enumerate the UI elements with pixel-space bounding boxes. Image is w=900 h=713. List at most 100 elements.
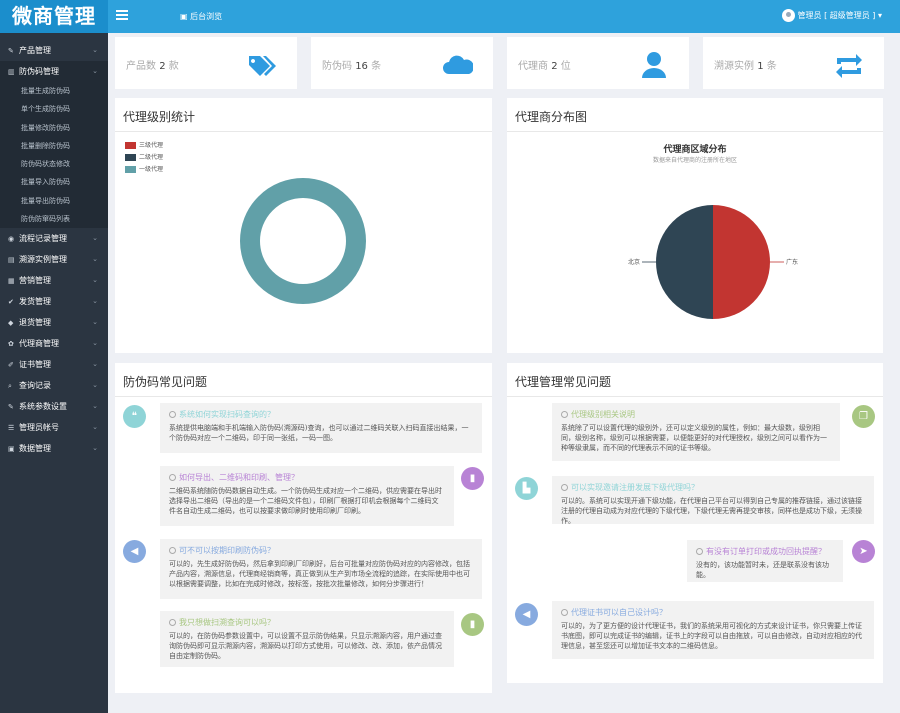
sidebar-item[interactable]: ▦ 营销管理 ⌄ [0,270,108,291]
breadcrumb-label[interactable]: 后台浏览 [190,12,222,21]
pie-slice-1[interactable] [656,205,713,319]
faq-question[interactable]: 我只想做扫溯查询可以吗？ [169,617,445,628]
sidebar-subitem[interactable]: 批量导出防伪码 [0,191,108,211]
clock-icon [169,619,176,626]
sidebar-subitem[interactable]: 批量导入防伪码 [0,173,108,192]
sidebar-subitem[interactable]: 防伪码状态修改 [0,155,108,174]
clock-icon [169,547,176,554]
faq-question-text[interactable]: 如何导出、二维码和印刷、管理？ [179,473,299,482]
sidebar-item[interactable]: ▤ 溯源实例管理 ⌄ [0,249,108,270]
cart-icon: ▙ [515,477,538,500]
level-pie-chart [240,178,366,304]
stat-card[interactable]: 防伪码 16 条 [311,37,493,89]
clock-icon [561,411,568,418]
stat-value: 1 [757,61,764,72]
stat-name: 产品数 [126,61,156,72]
stat-card[interactable]: 溯源实例 1 条 [703,37,884,89]
sidebar-item[interactable]: ✿ 代理商管理 ⌄ [0,333,108,354]
stat-unit: 条 [371,61,382,72]
faq-item: 代理证书可以自己设计吗？ 可以的，为了更方便的设计代理证书，我们的系统采用可视化的… [552,601,874,659]
faq-question-text[interactable]: 有没有订单打印或成功回执提醒？ [706,547,826,556]
faq-question[interactable]: 有没有订单打印或成功回执提醒？ [696,546,834,557]
sidebar-subitem[interactable]: 防伪防窜码列表 [0,210,108,229]
sidebar-subitem[interactable]: 单个生成防伪码 [0,100,108,119]
faq-question-text[interactable]: 可以实现邀请注册发展下级代理吗？ [571,483,699,492]
sidebar-subitem[interactable]: 批量删除防伪码 [0,136,108,156]
menu-toggle-icon[interactable] [116,10,128,22]
search-record-icon: ⌕ [8,382,12,391]
cloud-icon [443,50,474,83]
clock-icon [696,548,703,555]
chevron-down-icon: ⌄ [92,444,98,453]
panel-title: 代理管理常见问题 [515,375,612,389]
admin-icon: ☰ [8,424,15,433]
chevron-down-icon: ⌄ [92,402,98,411]
faq-item: 如何导出、二维码和印刷、管理？ 二维码系统随防伪码数据自动生成。一个防伪码生成对应… [160,466,454,526]
product-icon: ✎ [8,47,14,55]
chevron-down-icon: ⌄ [92,234,98,243]
agent-level-panel: 代理级别统计 三级代理 二级代理 一级代理 [115,98,492,353]
stat-value: 16 [355,61,368,72]
sidebar-item-label: 查询记录 [19,381,51,391]
faq-anti-counterfeit-panel: 防伪码常见问题 系统如何实现扫码查询的？ 系统提供电脑端和手机端输入防伪码(溯源码… [115,363,492,693]
sidebar-item[interactable]: ▥ 防伪码管理 ⌄ [0,61,108,82]
breadcrumb[interactable]: ▣ 后台浏览 [180,11,222,22]
tags-icon [247,50,277,83]
pie-slice-2[interactable] [240,178,366,304]
chevron-down-icon: ⌄ [92,67,98,75]
agent-distribution-panel: 代理商分布图 代理商区域分布 数据来自代理商的注册所在地区 广东 北京 [507,98,883,353]
faq-question[interactable]: 可不可以按期印刷防伪码？ [169,545,473,556]
faq-question-text[interactable]: 我只想做扫溯查询可以吗？ [179,618,275,627]
book-icon: ▮ [461,613,484,636]
sidebar-item[interactable]: ◆ 退货管理 ⌄ [0,312,108,333]
sidebar-item[interactable]: ✐ 证书管理 ⌄ [0,354,108,375]
sidebar-item[interactable]: ▣ 数据管理 ⌄ [0,438,108,459]
sidebar-item[interactable]: ☰ 管理员帐号 ⌄ [0,417,108,438]
stat-name: 溯源实例 [714,61,754,72]
sidebar-item[interactable]: ⌕ 查询记录 ⌄ [0,375,108,396]
faq-question-text[interactable]: 代理证书可以自己设计吗？ [571,608,667,617]
app-logo[interactable]: 微商管理 [0,0,108,33]
faq-question-text[interactable]: 可不可以按期印刷防伪码？ [179,546,275,555]
faq-item: 可以实现邀请注册发展下级代理吗？ 可以的。系统可以实现开通下级功能，在代理自己平台… [552,476,874,525]
stat-unit: 款 [168,61,179,72]
stat-name: 代理商 [518,61,548,72]
sidebar-subitem[interactable]: 批量生成防伪码 [0,82,108,101]
sidebar-item[interactable]: ◉ 流程记录管理 ⌄ [0,228,108,249]
stat-card[interactable]: 产品数 2 款 [115,37,297,89]
faq-question[interactable]: 代理证书可以自己设计吗？ [561,607,865,618]
certificate-icon: ✐ [8,361,14,370]
sidebar-subitem[interactable]: 批量修改防伪码 [0,118,108,137]
data-icon: ▣ [8,445,15,454]
sidebar-item[interactable]: ✎ 产品管理 ⌄ [0,40,108,61]
stat-label: 代理商 2 位 [518,57,571,72]
shipping-icon: ✔ [8,298,14,307]
divider [507,396,883,397]
wrench-icon: ✎ [8,403,14,412]
user-menu[interactable]: 管理员 [ 超级管理员 ] ▾ [781,8,882,24]
user-name[interactable]: 管理员 [ 超级管理员 ] ▾ [798,11,882,20]
panel-title: 防伪码常见问题 [123,375,208,389]
marketing-icon: ▦ [8,277,15,286]
stat-name: 防伪码 [322,61,352,72]
sidebar-item-label: 发货管理 [19,297,51,307]
sidebar-item-label: 退货管理 [19,318,51,328]
faq-question-text[interactable]: 系统如何实现扫码查询的？ [179,410,275,419]
faq-question[interactable]: 可以实现邀请注册发展下级代理吗？ [561,482,865,493]
faq-question[interactable]: 代理级别相关说明 [561,409,831,420]
sidebar-item[interactable]: ✔ 发货管理 ⌄ [0,291,108,312]
faq-question[interactable]: 系统如何实现扫码查询的？ [169,409,473,420]
pie-slice-0[interactable] [713,205,770,319]
return-icon: ◆ [8,319,14,328]
stat-unit: 位 [560,61,571,72]
sidebar-item[interactable]: ✎ 系统参数设置 ⌄ [0,396,108,417]
book-icon: ▮ [461,467,484,490]
faq-answer: 二维码系统随防伪码数据自动生成。一个防伪码生成对应一个二维码，供应需要在导出时选… [169,487,442,515]
stat-card[interactable]: 代理商 2 位 [507,37,689,89]
clock-icon [169,474,176,481]
divider [115,396,492,397]
stat-value: 2 [159,61,166,72]
faq-question-text[interactable]: 代理级别相关说明 [571,410,635,419]
chevron-down-icon: ⌄ [92,339,98,348]
faq-question[interactable]: 如何导出、二维码和印刷、管理？ [169,472,445,483]
